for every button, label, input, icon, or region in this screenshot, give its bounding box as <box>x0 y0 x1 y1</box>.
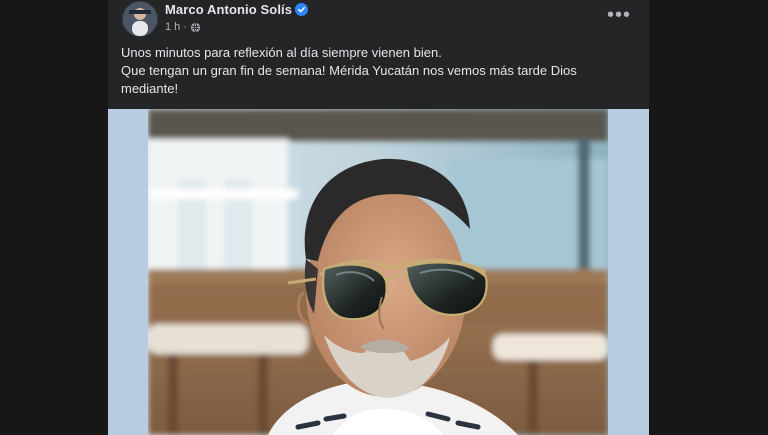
meta-separator: · <box>183 21 187 33</box>
post-media[interactable] <box>108 109 649 435</box>
facebook-post: Marco Antonio Solís 1 h · ••• Unos minut… <box>108 0 649 435</box>
post-header: Marco Antonio Solís 1 h · ••• <box>108 0 649 40</box>
post-meta: 1 h · <box>165 21 201 33</box>
author-name[interactable]: Marco Antonio Solís <box>165 2 292 17</box>
globe-icon <box>190 22 201 33</box>
post-text-line: Unos minutos para reflexión al día siemp… <box>121 45 442 60</box>
photo-image <box>148 109 608 435</box>
more-options-button[interactable]: ••• <box>607 5 631 25</box>
avatar-image <box>123 2 157 36</box>
post-text-line: Que tengan un gran fin de semana! Mérida… <box>121 63 577 96</box>
screen: Marco Antonio Solís 1 h · ••• Unos minut… <box>0 0 768 435</box>
post-text: Unos minutos para reflexión al día siemp… <box>121 44 633 98</box>
media-right-frame <box>608 109 649 435</box>
selfie-photo[interactable] <box>148 109 608 435</box>
media-left-frame <box>108 109 148 435</box>
post-time[interactable]: 1 h <box>165 21 180 33</box>
author-avatar[interactable] <box>122 1 158 37</box>
verified-badge-icon <box>295 3 308 16</box>
